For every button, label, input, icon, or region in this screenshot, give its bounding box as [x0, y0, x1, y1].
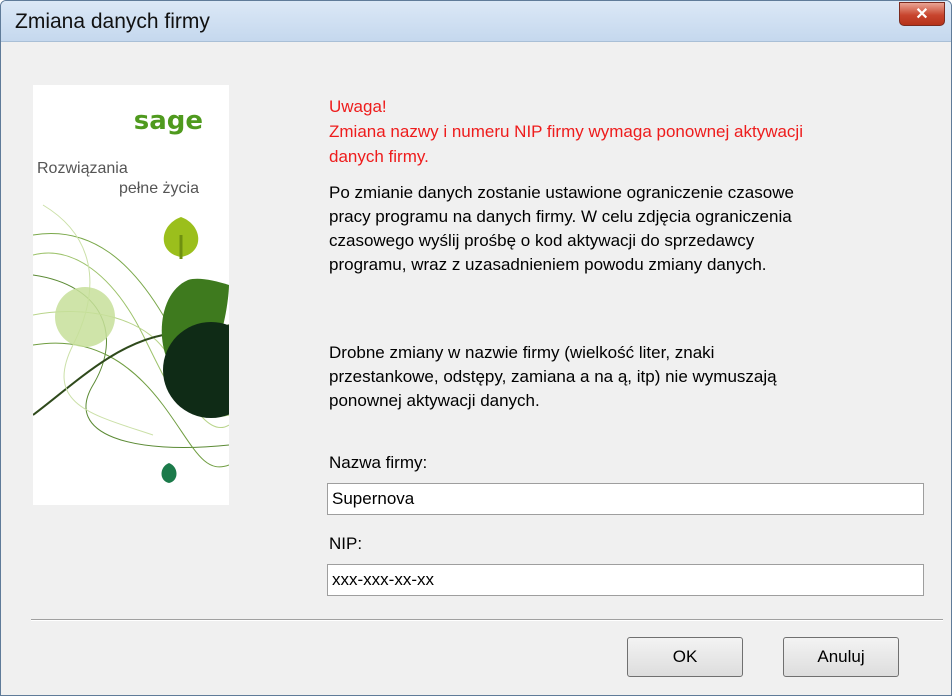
nip-input[interactable] [327, 564, 924, 596]
info-line: Po zmianie danych zostanie ustawione ogr… [329, 183, 794, 202]
info-paragraph-2: Drobne zmiany w nazwie firmy (wielkość l… [329, 341, 777, 413]
company-name-input[interactable] [327, 483, 924, 515]
ok-button[interactable]: OK [627, 637, 743, 677]
warning-text: Uwaga! Zmiana nazwy i numeru NIP firmy w… [329, 94, 803, 169]
cancel-button[interactable]: Anuluj [783, 637, 899, 677]
warning-line: Uwaga! [329, 97, 387, 116]
tagline-line1: Rozwiązania [37, 160, 128, 177]
nip-label: NIP: [329, 534, 363, 553]
sage-logo: sage [134, 106, 203, 136]
close-icon: ✕ [915, 6, 929, 23]
info-line: przestankowe, odstępy, zamiana a na ą, i… [329, 367, 777, 386]
info-line: czasowego wyślij prośbę o kod aktywacji … [329, 231, 755, 250]
info-line: pracy programu na danych firmy. W celu z… [329, 207, 792, 226]
company-name-label: Nazwa firmy: [329, 453, 428, 472]
banner-graphic: sage Rozwiązania pełne życia [32, 106, 259, 483]
dialog-window: Zmiana danych firmy ✕ sage Rozwiązania p… [0, 0, 952, 696]
title-bar[interactable]: Zmiana danych firmy ✕ [1, 1, 951, 42]
close-button[interactable]: ✕ [899, 2, 945, 26]
warning-line: Zmiana nazwy i numeru NIP firmy wymaga p… [329, 122, 803, 141]
tagline-line2: pełne życia [119, 180, 199, 197]
window-title: Zmiana danych firmy [15, 10, 210, 33]
sage-banner: sage Rozwiązania pełne życia [32, 85, 259, 505]
warning-line: danych firmy. [329, 147, 429, 166]
info-line: programu, wraz z uzasadnieniem powodu zm… [329, 255, 767, 274]
info-line: ponownej aktywacji danych. [329, 391, 540, 410]
info-line: Drobne zmiany w nazwie firmy (wielkość l… [329, 343, 715, 362]
separator [31, 619, 943, 621]
info-paragraph-1: Po zmianie danych zostanie ustawione ogr… [329, 181, 794, 277]
